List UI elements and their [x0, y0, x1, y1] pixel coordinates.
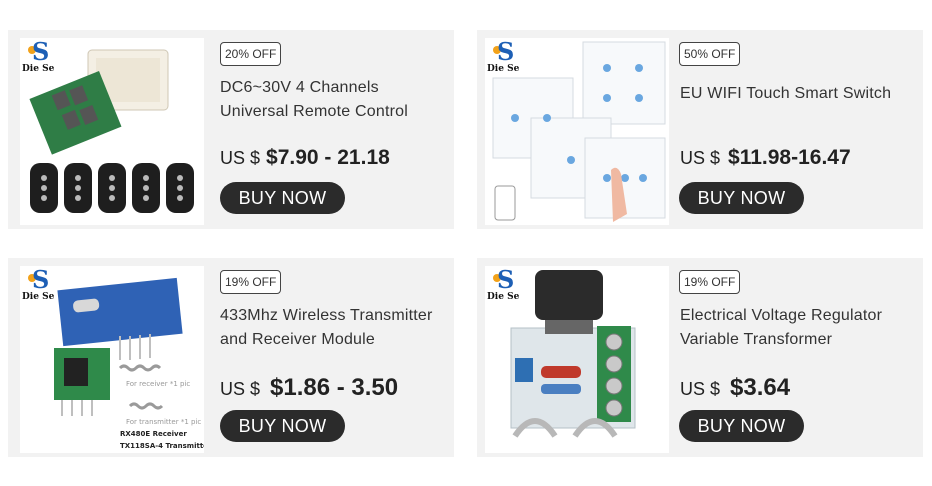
- brand-logo-text: Die Se: [487, 64, 520, 74]
- buy-now-button[interactable]: BUY NOW: [679, 182, 804, 214]
- product-title[interactable]: EU WIFI Touch Smart Switch: [680, 82, 908, 106]
- product-title[interactable]: Electrical Voltage Regulator Variable Tr…: [680, 304, 908, 352]
- product-image[interactable]: For receiver *1 pic For transmitter *1 p…: [20, 266, 204, 453]
- image-label-receiver-model: RX480E Receiver: [120, 430, 187, 438]
- product-image[interactable]: S Die Se: [20, 38, 204, 225]
- product-card-smart-switch[interactable]: S Die Se 50% OFF EU WIFI Touch Smart Swi…: [477, 30, 923, 229]
- price-value: $11.98-16.47: [728, 146, 851, 169]
- discount-badge: 19% OFF: [679, 270, 741, 294]
- price-value: $1.86 - 3.50: [270, 374, 399, 401]
- product-price: US $ $1.86 - 3.50: [220, 374, 398, 402]
- product-price: US $ $3.64: [680, 374, 790, 402]
- product-title[interactable]: DC6~30V 4 Channels Universal Remote Cont…: [220, 76, 448, 124]
- buy-now-button[interactable]: BUY NOW: [220, 410, 345, 442]
- brand-logo: S Die Se: [22, 266, 55, 303]
- brand-logo-text: Die Se: [487, 292, 520, 302]
- brand-logo-text: Die Se: [22, 64, 55, 74]
- buy-now-button[interactable]: BUY NOW: [220, 182, 345, 214]
- price-value: $7.90 - 21.18: [266, 146, 390, 169]
- discount-badge: 19% OFF: [220, 270, 282, 294]
- product-card-voltage-regulator[interactable]: S Die Se 19% OFF Electrical Voltage Regu…: [477, 258, 923, 457]
- currency-label: US $: [220, 148, 261, 168]
- product-image[interactable]: S Die Se: [485, 38, 669, 225]
- product-image[interactable]: S Die Se: [485, 266, 669, 453]
- brand-logo: S Die Se: [487, 38, 520, 75]
- discount-badge: 20% OFF: [220, 42, 282, 66]
- brand-logo: S Die Se: [487, 266, 520, 303]
- image-label-receiver: For receiver *1 pic: [126, 380, 190, 388]
- discount-badge: 50% OFF: [679, 42, 741, 66]
- brand-logo-text: Die Se: [22, 292, 55, 302]
- product-title[interactable]: 433Mhz Wireless Transmitter and Receiver…: [220, 304, 448, 352]
- currency-label: US $: [220, 379, 261, 399]
- product-price: US $ $7.90 - 21.18: [220, 146, 390, 170]
- product-card-wireless-module[interactable]: For receiver *1 pic For transmitter *1 p…: [8, 258, 454, 457]
- currency-label: US $: [680, 148, 721, 168]
- brand-logo: S Die Se: [22, 38, 55, 75]
- image-label-transmitter: For transmitter *1 pic: [126, 418, 201, 426]
- product-price: US $ $11.98-16.47: [680, 146, 851, 170]
- currency-label: US $: [680, 379, 721, 399]
- product-card-remote-control[interactable]: S Die Se 20% OFF DC6~30V 4 Channels Univ…: [8, 30, 454, 229]
- price-value: $3.64: [730, 374, 791, 401]
- buy-now-button[interactable]: BUY NOW: [679, 410, 804, 442]
- image-label-transmitter-model: TX118SA-4 Transmitter: [120, 442, 204, 450]
